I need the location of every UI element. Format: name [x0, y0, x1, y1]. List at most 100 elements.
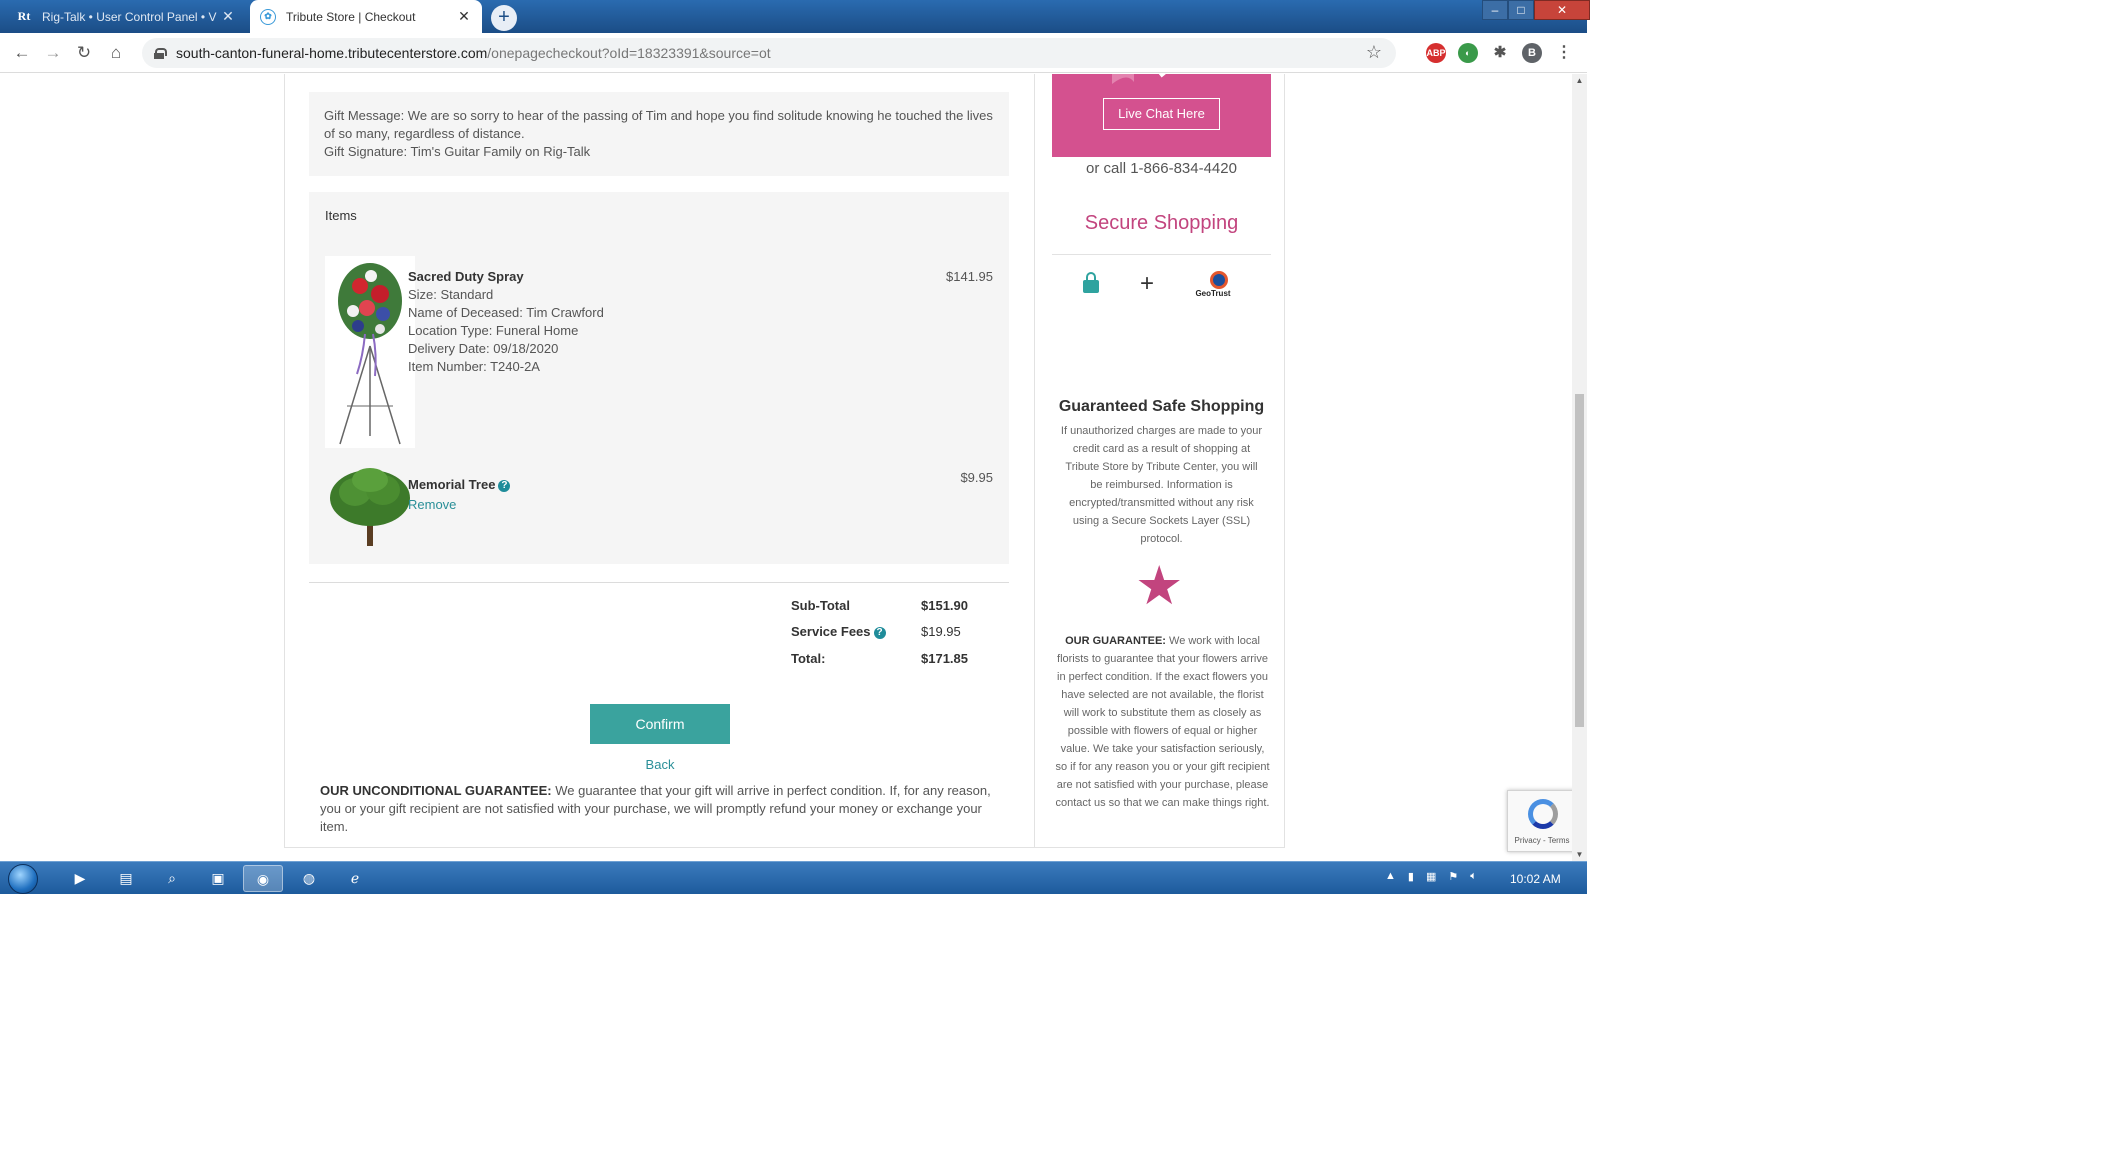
safe-shopping-text: If unauthorized charges are made to your… — [1060, 425, 1263, 545]
help-icon[interactable]: ? — [498, 480, 511, 492]
tab-tribute-store[interactable]: ✿ Tribute Store | Checkout ✕ — [250, 0, 482, 33]
guarantee-heading: OUR UNCONDITIONAL GUARANTEE: — [320, 783, 552, 798]
action-center-icon[interactable]: ⚑ — [1448, 870, 1458, 883]
item-price: $141.95 — [946, 269, 993, 284]
tab-strip: Rt Rig-Talk • User Control Panel • V ✕ ✿… — [0, 0, 1590, 33]
start-button[interactable] — [8, 864, 38, 894]
secure-shopping-title: Secure Shopping — [1084, 212, 1239, 234]
lock-icon — [154, 47, 167, 59]
extension-colorful-icon[interactable]: ◐ — [1458, 43, 1478, 63]
service-fees-text: Service Fees — [791, 624, 871, 639]
page-viewport: Gift Message: We are so sorry to hear of… — [0, 74, 1572, 861]
network-icon[interactable]: ▦ — [1426, 870, 1436, 883]
recaptcha-badge[interactable]: Privacy - Terms — [1507, 790, 1572, 852]
rig-talk-favicon-icon: Rt — [17, 9, 31, 23]
call-phone: or call 1-866-834-4420 — [1086, 160, 1237, 177]
remove-link[interactable]: Remove — [408, 497, 456, 512]
items-section: Items Sacred Duty Spray Size: Standard N… — [309, 192, 1009, 564]
our-guarantee-text: We work with local florists to guarantee… — [1055, 635, 1270, 809]
close-window-icon[interactable]: ✕ — [1534, 0, 1590, 20]
help-icon[interactable]: ? — [873, 627, 886, 639]
gift-message: Gift Message: We are so sorry to hear of… — [324, 108, 993, 141]
home-icon[interactable]: ⌂ — [104, 41, 128, 65]
tribute-favicon-icon: ✿ — [260, 8, 276, 25]
internet-explorer-icon[interactable]: ℯ — [335, 865, 375, 892]
gift-signature: Gift Signature: Tim's Guitar Family on R… — [324, 144, 591, 159]
scroll-thumb[interactable] — [1575, 394, 1584, 727]
geotrust-logo: GeoTrust — [1190, 271, 1236, 303]
recaptcha-icon — [1528, 799, 1558, 829]
item-number: Item Number: T240-2A — [408, 359, 540, 374]
tray-expand-icon[interactable]: ▲ — [1385, 870, 1396, 883]
item-details: Size: Standard Name of Deceased: Tim Cra… — [408, 286, 604, 376]
total-label: Total: — [791, 651, 826, 666]
item-delivery-date: Delivery Date: 09/18/2020 — [408, 341, 559, 356]
column-divider — [1034, 74, 1035, 848]
address-bar-row: ← → ↻ ⌂ south-canton-funeral-home.tribut… — [0, 33, 1587, 73]
item-price: $9.95 — [960, 470, 993, 485]
close-icon[interactable]: ✕ — [220, 8, 236, 25]
file-explorer-icon[interactable]: ▤ — [106, 865, 146, 892]
document-icon[interactable]: ▣ — [198, 865, 238, 892]
divider — [309, 582, 1009, 583]
unconditional-guarantee: OUR UNCONDITIONAL GUARANTEE: We guarante… — [320, 782, 1000, 836]
scroll-down-icon[interactable]: ▼ — [1575, 850, 1584, 859]
tab-label: Rig-Talk • User Control Panel • V — [42, 9, 217, 24]
confirm-button[interactable]: Confirm — [590, 704, 730, 744]
subtotal-value: $151.90 — [921, 598, 968, 613]
total-value: $171.85 — [921, 651, 968, 666]
gift-message-box: Gift Message: We are so sorry to hear of… — [309, 92, 1009, 176]
sidebar-divider — [1052, 254, 1271, 255]
item-name: Sacred Duty Spray — [408, 269, 524, 284]
service-fees-label: Service Fees? — [791, 624, 886, 639]
clock[interactable]: 10:02 AM — [1510, 872, 1561, 886]
minimize-icon[interactable]: – — [1482, 0, 1508, 20]
our-guarantee: OUR GUARANTEE: We work with local floris… — [1054, 632, 1271, 812]
items-heading: Items — [325, 208, 357, 223]
padlock-icon — [1083, 272, 1099, 294]
memorial-tree-image — [325, 464, 415, 552]
profile-avatar[interactable]: B — [1522, 43, 1542, 63]
scroll-up-icon[interactable]: ▲ — [1575, 76, 1584, 85]
service-fees-value: $19.95 — [921, 624, 961, 639]
our-guarantee-heading: OUR GUARANTEE: — [1065, 635, 1166, 647]
safe-shopping-title: Guaranteed Safe Shopping — [1058, 398, 1265, 415]
bookmark-star-icon[interactable]: ☆ — [1366, 42, 1382, 63]
url-field[interactable]: south-canton-funeral-home.tributecenters… — [142, 38, 1396, 68]
maximize-icon[interactable]: □ — [1508, 0, 1534, 20]
url-host: south-canton-funeral-home.tributecenters… — [176, 45, 488, 61]
item-name: Memorial Tree — [408, 477, 496, 492]
menu-dots-icon[interactable]: ⋮ — [1554, 43, 1574, 63]
system-tray: ▲ ▮ ▦ ⚑ 🔈︎ — [1385, 870, 1477, 883]
recaptcha-links[interactable]: Privacy - Terms — [1508, 836, 1572, 845]
signal-icon[interactable]: ▮ — [1408, 870, 1414, 883]
reload-icon[interactable]: ↻ — [72, 41, 96, 65]
windows-taskbar: ▶ ▤ ⌕ ▣ ◉ ◍ ℯ ▲ ▮ ▦ ⚑ 🔈︎ 10:02 AM — [0, 861, 1587, 894]
back-arrow-icon[interactable]: ← — [10, 41, 34, 65]
tab-rig-talk[interactable]: Rt Rig-Talk • User Control Panel • V ✕ — [6, 0, 246, 33]
live-chat-button[interactable]: Live Chat Here — [1103, 98, 1220, 130]
adblock-icon[interactable]: ABP — [1426, 43, 1446, 63]
page-scrollbar[interactable]: ▲ ▼ — [1572, 74, 1587, 861]
subtotal-label: Sub-Total — [791, 598, 850, 613]
media-player-icon[interactable]: ▶ — [60, 865, 100, 892]
url-path: /onepagecheckout?oId=18323391&source=ot — [487, 45, 771, 61]
item-deceased: Name of Deceased: Tim Crawford — [408, 305, 604, 320]
plus-icon: + — [1140, 270, 1155, 297]
window-controls: – □ ✕ — [1482, 0, 1590, 20]
close-icon[interactable]: ✕ — [456, 8, 472, 25]
star-icon: ★ — [1135, 556, 1184, 616]
extensions-puzzle-icon[interactable]: ✱ — [1490, 43, 1510, 63]
chrome-icon[interactable]: ◉ — [243, 865, 283, 892]
item-location: Location Type: Funeral Home — [408, 323, 579, 338]
search-icon[interactable]: ⌕ — [152, 865, 192, 892]
sacred-duty-spray-image — [325, 256, 415, 448]
item-name-memorial-tree: Memorial Tree? — [408, 477, 511, 492]
forward-arrow-icon[interactable]: → — [41, 41, 65, 65]
firefox-icon[interactable]: ◍ — [289, 865, 329, 892]
item-size: Size: Standard — [408, 287, 494, 302]
geotrust-text: GeoTrust — [1195, 289, 1231, 298]
tab-label: Tribute Store | Checkout — [286, 9, 416, 24]
new-tab-button[interactable]: + — [491, 5, 517, 31]
volume-icon[interactable]: 🔈︎ — [1470, 870, 1477, 883]
